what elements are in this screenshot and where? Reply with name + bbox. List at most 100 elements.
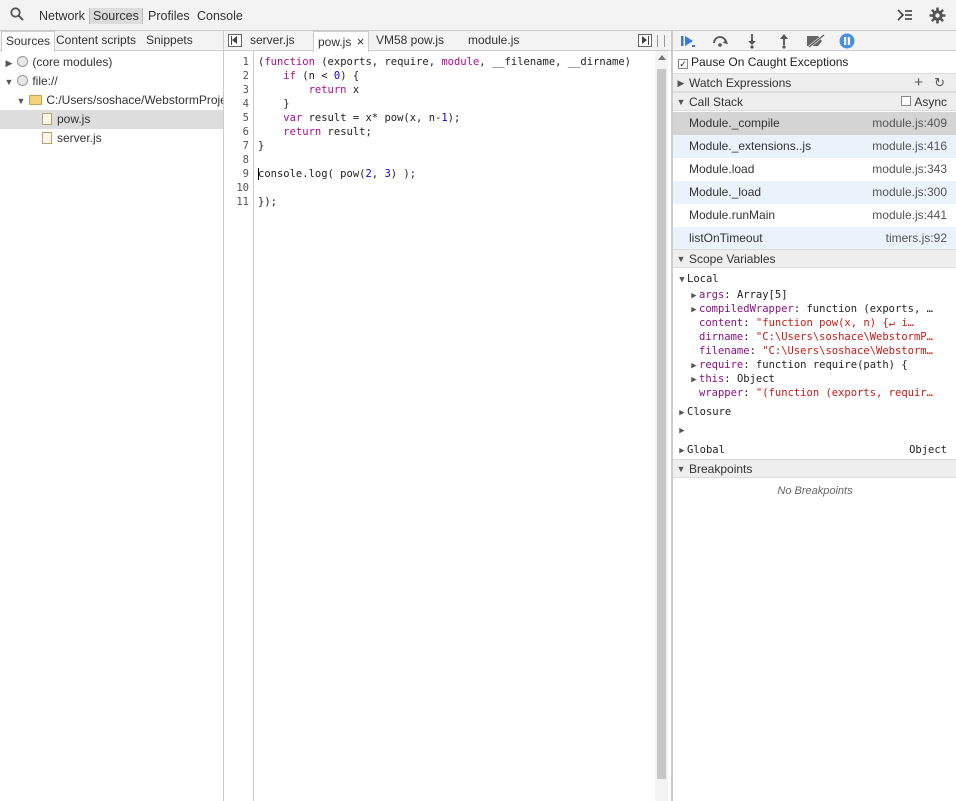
toggle-navigator-icon[interactable]	[228, 34, 242, 47]
tab-server-js[interactable]: server.js	[246, 31, 299, 51]
code-line[interactable]: }	[258, 139, 264, 153]
expand-arrow-icon[interactable]: ▶	[689, 303, 699, 316]
line-number[interactable]: 9	[243, 167, 249, 181]
frame-location-link[interactable]: module.js:409	[872, 112, 947, 135]
close-tab-icon[interactable]: ×	[357, 34, 365, 49]
scope-closure[interactable]: ▶ Closure	[673, 405, 956, 419]
expand-arrow-icon[interactable]: ▶	[4, 54, 14, 72]
console-drawer-icon[interactable]	[897, 8, 913, 22]
tree-item-server-js[interactable]: server.js	[0, 129, 223, 148]
pause-on-exceptions-icon[interactable]	[839, 33, 855, 49]
line-number[interactable]: 8	[243, 153, 249, 167]
collapse-arrow-icon[interactable]: ▼	[4, 73, 14, 91]
tab-profiles[interactable]: Profiles	[148, 8, 190, 24]
line-number[interactable]: 2	[243, 69, 249, 83]
scope-variable-row[interactable]: ▶ args: Array[5]	[673, 288, 956, 302]
resume-icon[interactable]	[680, 34, 696, 48]
call-frame[interactable]: listOnTimeout timers.js:92	[673, 227, 956, 250]
deactivate-breakpoints-icon[interactable]	[806, 34, 826, 48]
scope-variable-row[interactable]: wrapper: "(function (exports, requir…	[673, 386, 956, 400]
line-number[interactable]: 1	[243, 55, 249, 69]
tab-vm58-pow-js[interactable]: VM58 pow.js	[372, 31, 448, 51]
call-frame[interactable]: Module._load module.js:300	[673, 181, 956, 204]
scope-variable-row[interactable]: filename: "C:\Users\soshace\Webstorm…	[673, 344, 956, 358]
code-line[interactable]: if (n < 0) {	[258, 69, 359, 83]
frame-location-link[interactable]: module.js:416	[872, 135, 947, 158]
breakpoints-header[interactable]: ▼ Breakpoints	[673, 459, 956, 478]
refresh-icon[interactable]: ↻	[934, 73, 945, 92]
panel-divider[interactable]	[671, 31, 672, 801]
tab-console[interactable]: Console	[197, 8, 243, 24]
scope-variable-row[interactable]: ▶ compiledWrapper: function (exports, …	[673, 302, 956, 316]
expand-arrow-icon[interactable]: ▶	[677, 444, 687, 457]
step-into-icon[interactable]	[746, 33, 758, 49]
code-line[interactable]: });	[258, 195, 277, 209]
checkbox-unchecked-icon[interactable]	[901, 96, 912, 106]
scope-local[interactable]: ▼ Local	[673, 272, 956, 286]
scope-variable-row[interactable]: dirname: "C:\Users\soshace\WebstormP…	[673, 330, 956, 344]
checkbox-checked-icon[interactable]: ✓	[678, 59, 688, 69]
tab-network[interactable]: Network	[39, 8, 85, 24]
tree-item-core-modules[interactable]: ▶ (core modules)	[0, 53, 223, 72]
code-area[interactable]: (function (exports, require, module, __f…	[254, 51, 655, 801]
pause-on-caught-checkbox-row[interactable]: ✓ Pause On Caught Exceptions	[678, 54, 848, 70]
call-frame[interactable]: Module.load module.js:343	[673, 158, 956, 181]
line-number[interactable]: 5	[243, 111, 249, 125]
tab-pow-js[interactable]: pow.js ×	[313, 31, 370, 52]
line-number[interactable]: 11	[236, 195, 249, 209]
line-number[interactable]: 7	[243, 139, 249, 153]
collapse-arrow-icon[interactable]: ▼	[16, 92, 26, 110]
scope-variable-row[interactable]: content: "function pow(x, n) {↵ i…	[673, 316, 956, 330]
frame-location-link[interactable]: module.js:441	[872, 204, 947, 227]
call-stack-header[interactable]: ▼ Call Stack Async	[673, 92, 956, 111]
tab-snippets[interactable]: Snippets	[142, 31, 197, 51]
scope-global[interactable]: ▶ Global Object	[673, 443, 956, 457]
line-number[interactable]: 4	[243, 97, 249, 111]
frame-location-link[interactable]: module.js:343	[872, 158, 947, 181]
expand-arrow-icon[interactable]: ▶	[689, 373, 699, 386]
call-frame[interactable]: Module._extensions..js module.js:416	[673, 135, 956, 158]
scope-empty[interactable]: ▶	[673, 423, 956, 437]
add-icon[interactable]: +	[914, 73, 923, 92]
call-frame[interactable]: Module._compile module.js:409	[673, 112, 956, 135]
tab-content-scripts[interactable]: Content scripts	[52, 31, 140, 51]
expand-arrow-icon[interactable]: ▶	[677, 424, 687, 437]
code-line[interactable]: return result;	[258, 125, 372, 139]
search-icon[interactable]	[9, 6, 25, 22]
frame-location-link[interactable]: timers.js:92	[886, 227, 947, 250]
toggle-debugger-icon[interactable]	[638, 34, 652, 47]
editor-scrollbar[interactable]	[655, 51, 668, 801]
async-checkbox[interactable]: Async	[901, 93, 947, 112]
expand-arrow-icon[interactable]: ▶	[689, 359, 699, 372]
tree-item-folder[interactable]: ▼ C:/Users/soshace/WebstormProje	[0, 91, 223, 110]
step-out-icon[interactable]	[778, 33, 790, 49]
collapse-arrow-icon[interactable]: ▼	[677, 273, 687, 286]
collapse-arrow-icon[interactable]: ▼	[676, 250, 686, 269]
settings-gear-icon[interactable]	[929, 7, 946, 24]
expand-arrow-icon[interactable]: ▶	[689, 289, 699, 302]
step-over-icon[interactable]	[711, 34, 729, 48]
tab-sources[interactable]: Sources	[89, 8, 143, 24]
collapse-arrow-icon[interactable]: ▼	[676, 460, 686, 479]
watch-expressions-header[interactable]: ▶ Watch Expressions + ↻	[673, 73, 956, 92]
tab-module-js[interactable]: module.js	[464, 31, 523, 51]
expand-arrow-icon[interactable]: ▶	[676, 74, 686, 93]
line-number[interactable]: 6	[243, 125, 249, 139]
scroll-up-arrow-icon[interactable]	[658, 55, 666, 60]
code-line[interactable]: (function (exports, require, module, __f…	[258, 55, 631, 69]
frame-location-link[interactable]: module.js:300	[872, 181, 947, 204]
tab-navigator-sources[interactable]: Sources	[1, 31, 56, 52]
tree-item-file[interactable]: ▼ file://	[0, 72, 223, 91]
more-tabs-icon[interactable]	[657, 35, 665, 47]
call-frame[interactable]: Module.runMain module.js:441	[673, 204, 956, 227]
code-line[interactable]: console.log( pow(2, 3) );	[258, 167, 416, 181]
code-line[interactable]: var result = x* pow(x, n-1);	[258, 111, 460, 125]
line-number[interactable]: 3	[243, 83, 249, 97]
scope-variable-row[interactable]: ▶ this: Object	[673, 372, 956, 386]
tree-item-pow-js[interactable]: pow.js	[0, 110, 223, 129]
line-number[interactable]: 10	[236, 181, 249, 195]
code-line[interactable]: return x	[258, 83, 360, 97]
collapse-arrow-icon[interactable]: ▼	[676, 93, 686, 112]
scope-variable-row[interactable]: ▶ require: function require(path) {	[673, 358, 956, 372]
expand-arrow-icon[interactable]: ▶	[677, 406, 687, 419]
